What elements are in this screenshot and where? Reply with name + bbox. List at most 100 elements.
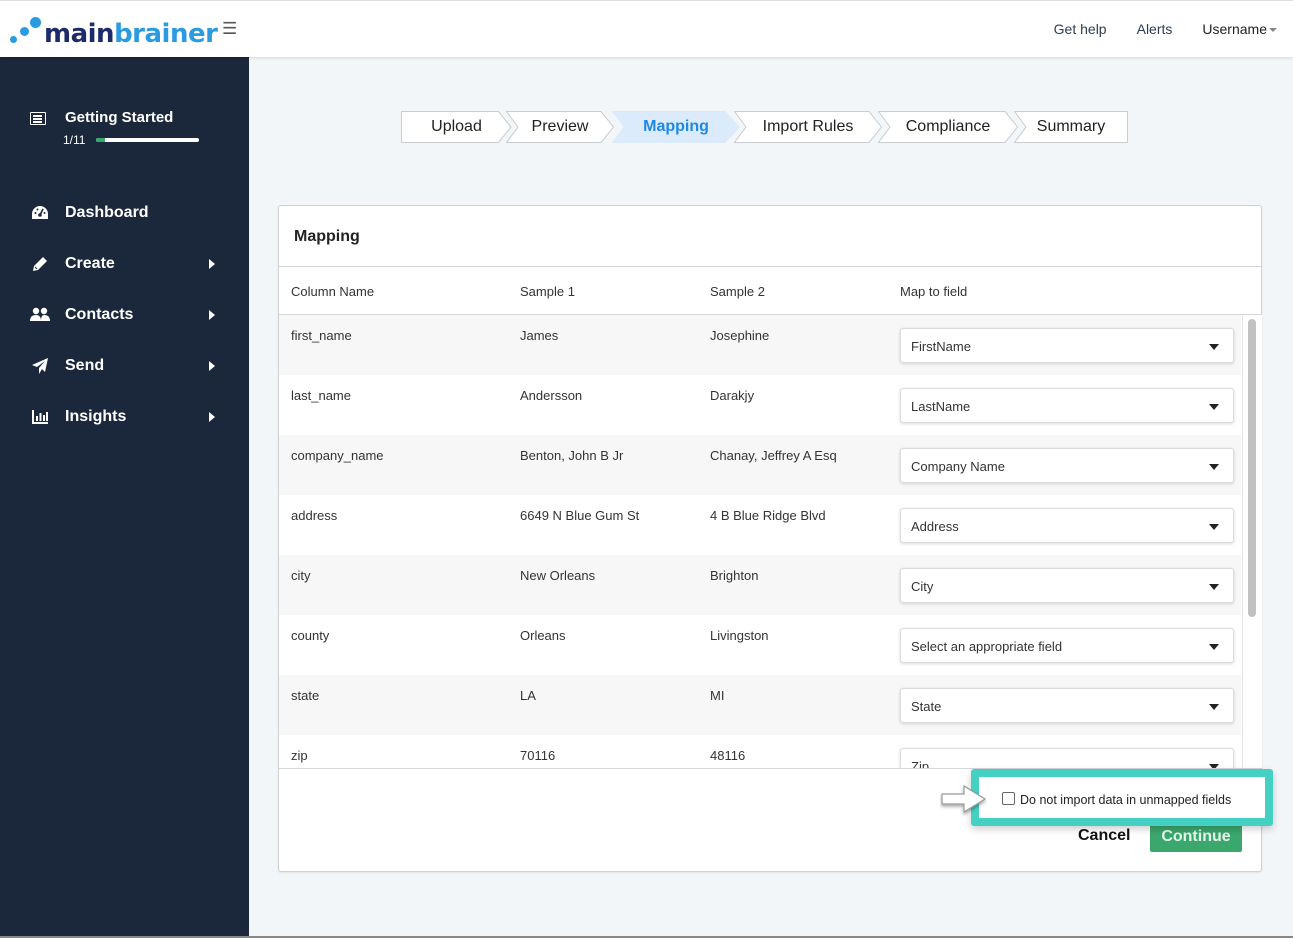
logo[interactable]: mainbrainer — [10, 15, 218, 49]
column-name-cell: first_name — [291, 328, 352, 343]
sample1-cell: 6649 N Blue Gum St — [520, 508, 640, 523]
bar-chart-icon — [30, 408, 50, 426]
sidebar-item-create[interactable]: Create — [0, 238, 249, 289]
caret-down-icon — [1209, 464, 1219, 470]
skip-unmapped-label[interactable]: Do not import data in unmapped fields — [1020, 793, 1231, 807]
alerts-link[interactable]: Alerts — [1137, 21, 1173, 37]
getting-started-progress — [96, 138, 199, 142]
sample2-cell: Josephine — [710, 328, 770, 343]
table-row: state LA MI State — [279, 675, 1241, 735]
column-header: Sample 1 — [520, 284, 575, 299]
sample2-cell: Brighton — [710, 568, 759, 583]
selected-field: FirstName — [911, 339, 971, 354]
sidebar-item-send[interactable]: Send — [0, 340, 249, 391]
column-name-cell: city — [291, 568, 311, 583]
getting-started-title: Getting Started — [65, 109, 174, 126]
sidebar-item-label: Send — [65, 356, 105, 374]
map-field-select[interactable]: Zip — [900, 748, 1234, 768]
selected-field: City — [911, 579, 934, 594]
sidebar-item-dashboard[interactable]: Dashboard — [0, 187, 249, 238]
column-header: Map to field — [900, 284, 968, 299]
table-row: last_name Andersson Darakjy LastName — [279, 375, 1241, 435]
step-upload[interactable]: Upload — [401, 111, 512, 143]
sidebar-item-label: Dashboard — [65, 203, 149, 221]
step-label: Preview — [531, 118, 589, 135]
selected-field: Zip — [911, 759, 930, 768]
map-field-select[interactable]: LastName — [900, 388, 1234, 423]
table-row: county Orleans Livingston Select an appropr… — [279, 615, 1241, 675]
step-mapping[interactable]: Mapping — [612, 111, 740, 143]
map-field-select[interactable]: Company Name — [900, 448, 1234, 483]
map-field-select[interactable]: FirstName — [900, 328, 1234, 363]
selected-field: Company Name — [911, 459, 1005, 474]
column-name-cell: state — [291, 688, 320, 703]
map-field-select[interactable]: Address — [900, 508, 1234, 543]
dashboard-icon — [30, 204, 50, 222]
sidebar-item-label: Contacts — [65, 305, 134, 323]
map-field-select[interactable]: State — [900, 688, 1234, 723]
table-row: zip 70116 48116 Zip — [279, 735, 1241, 768]
column-header: Column Name — [291, 284, 375, 299]
map-field-select[interactable]: City — [900, 568, 1234, 603]
sample2-cell: 48116 — [710, 748, 746, 763]
caret-down-icon — [1209, 704, 1219, 710]
table-row: address 6649 N Blue Gum St 4 B Blue Ridge … — [279, 495, 1241, 555]
table-scrollbar[interactable] — [1242, 315, 1262, 768]
sidebar-item-label: Create — [65, 254, 115, 272]
logo-dots-icon — [10, 17, 42, 47]
skip-unmapped-highlight: Do not import data in unmapped fields — [971, 769, 1273, 826]
pencil-icon — [30, 255, 50, 273]
selected-field: LastName — [911, 399, 971, 414]
table-header: Column Name Sample 1 Sample 2 Map to fie… — [279, 267, 1261, 315]
column-name-cell: last_name — [291, 388, 351, 403]
sidebar-item-contacts[interactable]: Contacts — [0, 289, 249, 340]
selected-field: State — [911, 699, 942, 714]
step-label: Summary — [1036, 118, 1106, 135]
top-bar: mainbrainer ☰ Get help Alerts Username — [0, 0, 1293, 57]
pointer-arrow-icon — [941, 784, 987, 814]
map-field-select[interactable]: Select an appropriate field — [900, 628, 1234, 663]
sample2-cell: Livingston — [710, 628, 769, 643]
caret-down-icon — [1269, 28, 1277, 33]
column-header: Sample 2 — [710, 284, 765, 299]
chevron-right-icon — [209, 412, 215, 422]
scrollbar-thumb[interactable] — [1248, 319, 1256, 617]
step-label: Compliance — [905, 118, 991, 135]
step-preview[interactable]: Preview — [506, 111, 614, 143]
table-row: city New Orleans Brighton City — [279, 555, 1241, 615]
user-menu[interactable]: Username — [1202, 21, 1277, 37]
progress-fill — [96, 138, 106, 142]
username-label: Username — [1202, 21, 1267, 37]
sample2-cell: 4 B Blue Ridge Blvd — [710, 508, 826, 523]
caret-down-icon — [1209, 644, 1219, 650]
sample1-cell: James — [520, 328, 559, 343]
caret-down-icon — [1209, 404, 1219, 410]
chevron-right-icon — [209, 310, 215, 320]
sample1-cell: LA — [520, 688, 536, 703]
sidebar-item-label: Insights — [65, 407, 127, 425]
hamburger-icon[interactable]: ☰ — [222, 19, 237, 39]
wizard-steps: Upload Preview Mapping Import Rules Comp… — [401, 111, 1128, 143]
chevron-right-icon — [209, 259, 215, 269]
sample1-cell: Benton, John B Jr — [520, 448, 624, 463]
sidebar: Getting Started 1/11 Dashboard Create Co… — [0, 57, 249, 938]
sample2-cell: MI — [710, 688, 725, 703]
selected-field: Select an appropriate field — [911, 639, 1063, 654]
step-compliance[interactable]: Compliance — [878, 111, 1018, 143]
cancel-button[interactable]: Cancel — [1078, 827, 1130, 845]
skip-unmapped-checkbox[interactable] — [1002, 792, 1015, 805]
step-label: Import Rules — [762, 118, 854, 135]
get-help-link[interactable]: Get help — [1054, 21, 1107, 37]
table-body[interactable]: first_name James Josephine FirstName last_na… — [279, 315, 1241, 768]
chevron-right-icon — [209, 361, 215, 371]
column-name-cell: zip — [291, 748, 308, 763]
getting-started-count: 1/11 — [63, 133, 86, 147]
step-import-rules[interactable]: Import Rules — [734, 111, 882, 143]
step-summary[interactable]: Summary — [1014, 111, 1128, 143]
sample1-cell: 70116 — [520, 748, 556, 763]
card-title: Mapping — [294, 228, 360, 245]
sidebar-item-insights[interactable]: Insights — [0, 391, 249, 442]
column-name-cell: company_name — [291, 448, 384, 463]
top-nav: Get help Alerts Username — [1054, 21, 1277, 37]
caret-down-icon — [1209, 524, 1219, 530]
